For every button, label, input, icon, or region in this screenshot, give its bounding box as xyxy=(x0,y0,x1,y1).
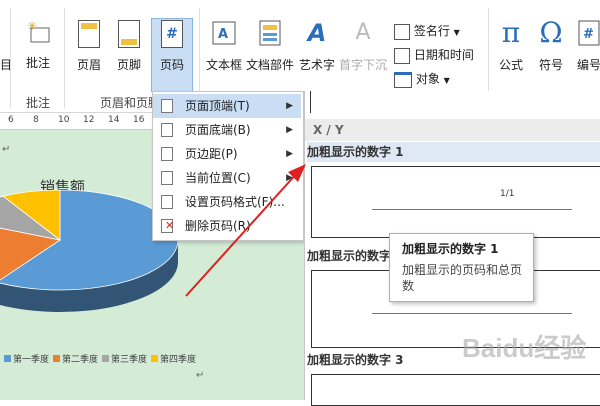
dropcap-icon: A xyxy=(355,20,371,45)
preview-border xyxy=(310,91,311,113)
gallery-item-preview xyxy=(311,374,600,406)
menu-item[interactable]: 页面底端(B) ▶ xyxy=(153,118,301,142)
wordart-button[interactable]: A 艺术字 xyxy=(297,20,337,73)
svg-text:#: # xyxy=(583,27,594,42)
menu-item-label: 删除页码(R) xyxy=(185,219,251,233)
group-label-comments: 批注 xyxy=(26,96,51,110)
new-comment-icon: ✳ xyxy=(25,19,51,44)
page-number-icon xyxy=(161,123,173,137)
group-label-header-footer: 页眉和页脚 xyxy=(100,96,161,110)
ruler-tick-label: 14 xyxy=(108,115,120,125)
ruler-tick-label: 10 xyxy=(58,115,70,125)
omega-icon: Ω xyxy=(539,16,563,49)
chart-legend: 第一季度 第二季度 第三季度 第四季度 xyxy=(0,352,196,365)
legend-label: 第一季度 xyxy=(13,355,50,365)
menu-item-label: 页面顶端(T) xyxy=(185,99,250,113)
preview-rule xyxy=(372,209,572,210)
page-number-icon xyxy=(161,147,173,161)
menu-item[interactable]: 设置页码格式(F)... xyxy=(153,190,301,214)
ruler-tick-label: 6 xyxy=(8,115,14,125)
gallery-item[interactable]: 加粗显示的数字 1 1/1 xyxy=(305,142,600,242)
calendar-icon xyxy=(394,47,410,64)
menu-item-label: 设置页码格式(F)... xyxy=(185,195,285,209)
menu-item[interactable]: 页边距(P) ▶ xyxy=(153,142,301,166)
menu-item-label: 当前位置(C) xyxy=(185,171,251,185)
legend-swatch xyxy=(102,355,110,362)
ruler-tick-label: 16 xyxy=(133,115,145,125)
tooltip: 加粗显示的数字 1 加粗显示的页码和总页数 xyxy=(389,233,534,302)
header-button[interactable]: 页眉 xyxy=(70,20,108,73)
ruler-tick-label: 12 xyxy=(83,115,95,125)
tooltip-description: 加粗显示的页码和总页数 xyxy=(402,263,523,293)
page-number-icon xyxy=(161,171,173,185)
numbering-icon: # xyxy=(578,20,600,46)
legend-swatch xyxy=(53,355,61,362)
page-number-icon: # xyxy=(161,20,183,48)
page-number-button[interactable]: # 页码 xyxy=(151,20,193,73)
legend-label: 第四季度 xyxy=(160,355,197,365)
page-number-icon xyxy=(161,195,173,209)
submenu-arrow-icon: ▶ xyxy=(286,173,293,183)
equation-button[interactable]: π 公式 xyxy=(494,18,528,73)
submenu-arrow-icon: ▶ xyxy=(286,125,293,135)
delete-page-number-icon: ✕ xyxy=(161,219,174,233)
comment-button[interactable]: ✳ 批注 xyxy=(18,19,58,71)
textbox-button[interactable]: A 文本框 xyxy=(204,20,244,73)
datetime-button[interactable]: 日期和时间 xyxy=(394,46,474,64)
menu-item[interactable]: ✕ 删除页码(R) xyxy=(153,214,301,238)
tooltip-title: 加粗显示的数字 1 xyxy=(402,242,499,256)
footer-icon xyxy=(118,20,140,48)
symbol-button[interactable]: Ω 符号 xyxy=(534,18,568,73)
legend-swatch xyxy=(151,355,159,362)
legend-label: 第二季度 xyxy=(62,355,99,365)
wordart-icon: A xyxy=(307,19,327,47)
ribbon-separator xyxy=(10,8,11,108)
menu-item-label: 页面底端(B) xyxy=(185,123,251,137)
doc-parts-button[interactable]: 文档部件 xyxy=(245,20,295,73)
ribbon-separator xyxy=(64,8,65,108)
svg-text:✳: ✳ xyxy=(27,20,37,33)
preview-rule xyxy=(372,313,572,314)
object-icon xyxy=(394,71,412,88)
header-icon xyxy=(78,20,100,48)
dropdown-arrow-icon: ▼ xyxy=(443,76,450,85)
menu-item-label: 页边距(P) xyxy=(185,147,238,161)
legend-label: 第三季度 xyxy=(111,355,148,365)
legend-swatch xyxy=(4,355,11,362)
object-button[interactable]: 对象 ▼ xyxy=(394,70,450,88)
doc-parts-icon xyxy=(259,20,281,46)
menu-item[interactable]: 当前位置(C) ▶ xyxy=(153,166,301,190)
menu-item[interactable]: 页面顶端(T) ▶ xyxy=(153,94,301,118)
page-number-icon xyxy=(161,99,173,113)
ruler-tick-label: 8 xyxy=(33,115,39,125)
footer-button[interactable]: 页脚 xyxy=(110,20,148,73)
truncated-label: 目 xyxy=(0,58,13,72)
page-number-dropdown-menu: 页面顶端(T) ▶ 页面底端(B) ▶ 页边距(P) ▶ 当前位置(C) ▶ 设置页码格式(F)… xyxy=(152,91,304,241)
submenu-arrow-icon: ▶ xyxy=(286,149,293,159)
signature-button[interactable]: 签名行 ▼ xyxy=(394,22,460,40)
gallery-item-title: 加粗显示的数字 1 xyxy=(307,142,600,162)
numbering-button[interactable]: # 编号 xyxy=(574,20,600,73)
textbox-icon: A xyxy=(212,20,236,46)
svg-text:A: A xyxy=(218,27,228,42)
preview-page-number: 1/1 xyxy=(500,189,515,199)
paragraph-mark: ↵ xyxy=(196,370,205,381)
dropdown-arrow-icon: ▼ xyxy=(453,28,460,37)
pi-icon: π xyxy=(501,16,521,49)
signature-icon xyxy=(394,23,410,40)
dropcap-button[interactable]: A 首字下沉 xyxy=(338,20,388,73)
watermark: Baidu经验 xyxy=(462,333,587,363)
gallery-section-header: X / Y xyxy=(305,119,600,141)
submenu-arrow-icon: ▶ xyxy=(286,101,293,111)
gallery-item-preview: 1/1 xyxy=(311,166,600,238)
